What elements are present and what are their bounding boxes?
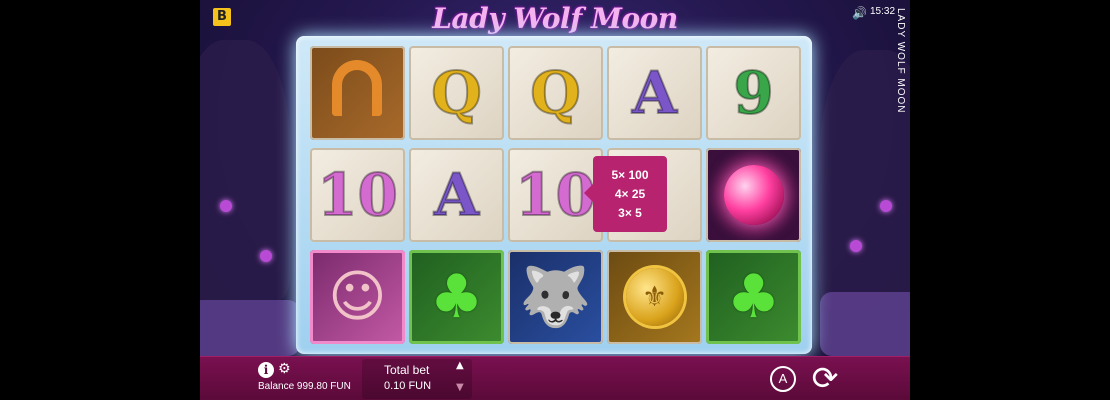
left-tree xyxy=(200,40,290,300)
reel-cell-pink-orb xyxy=(706,148,801,242)
clover-icon: ♣ xyxy=(726,262,781,332)
reel-cell-clover: ♣ xyxy=(409,250,504,344)
reel-cell-Q: Q xyxy=(409,46,504,140)
pink-orb-icon xyxy=(723,165,784,225)
clover-icon: ♣ xyxy=(429,262,484,332)
lady-icon: ☺ xyxy=(328,264,387,330)
paytable-line: 3× 5 xyxy=(618,206,642,220)
speaker-icon[interactable]: 🔊 xyxy=(852,6,867,20)
flower xyxy=(260,250,272,262)
game-title: Lady Wolf Moon xyxy=(432,2,678,35)
spin-icon[interactable]: ⟳ xyxy=(806,359,844,397)
total-bet-label: Total bet xyxy=(384,363,430,377)
symbol-10: 10 xyxy=(316,160,399,230)
total-bet-value: 0.10 FUN xyxy=(384,380,432,392)
reel-cell-lady: ☺ xyxy=(310,250,405,344)
vertical-game-title: LADY WOLF MOON xyxy=(895,8,906,114)
flower xyxy=(850,240,862,252)
symbol-A: A xyxy=(631,58,678,128)
balance: Balance 999.80 FUN xyxy=(258,381,351,392)
reel-grid: Q Q A 9 10 A 10 ☺ ♣ 🐺 ⚜ ♣ xyxy=(310,46,805,344)
paytable-line: 5× 100 xyxy=(611,168,649,182)
paytable-popup: 5× 100 4× 25 3× 5 xyxy=(584,156,667,232)
wolf-icon: 🐺 xyxy=(519,262,592,331)
symbol-Q: Q xyxy=(529,58,582,128)
coin-icon: ⚜ xyxy=(625,268,684,326)
reel-cell-coin: ⚜ xyxy=(607,250,702,344)
info-icon[interactable]: i xyxy=(258,362,274,378)
flower xyxy=(220,200,232,212)
bottom-bar: i ⚙ Balance 999.80 FUN Total bet 0.10 FU… xyxy=(200,356,910,400)
symbol-A: A xyxy=(433,160,480,230)
autoplay-button[interactable]: A xyxy=(770,366,796,392)
game-area: B Lady Wolf Moon 🔊 15:32 LADY WOLF MOON … xyxy=(200,0,910,400)
reel-cell-10: 10 xyxy=(310,148,405,242)
flower xyxy=(880,200,892,212)
gear-icon[interactable]: ⚙ xyxy=(278,361,291,377)
horseshoe-icon xyxy=(332,60,382,116)
paytable-line: 4× 25 xyxy=(614,187,646,201)
reel-cell-A: A xyxy=(607,46,702,140)
right-rock xyxy=(820,292,910,356)
reel-cell-clover: ♣ xyxy=(706,250,801,344)
reel-cell-A: A xyxy=(409,148,504,242)
reel-cell-horseshoe xyxy=(310,46,405,140)
caret-down-icon[interactable]: ▼ xyxy=(456,382,464,393)
reel-cell-wolf: 🐺 xyxy=(508,250,603,344)
symbol-Q: Q xyxy=(430,58,483,128)
reel-cell-9: 9 xyxy=(706,46,801,140)
caret-up-icon[interactable]: ▲ xyxy=(456,360,464,371)
reel-cell-Q: Q xyxy=(508,46,603,140)
left-rock xyxy=(200,300,300,356)
symbol-9: 9 xyxy=(732,58,774,128)
